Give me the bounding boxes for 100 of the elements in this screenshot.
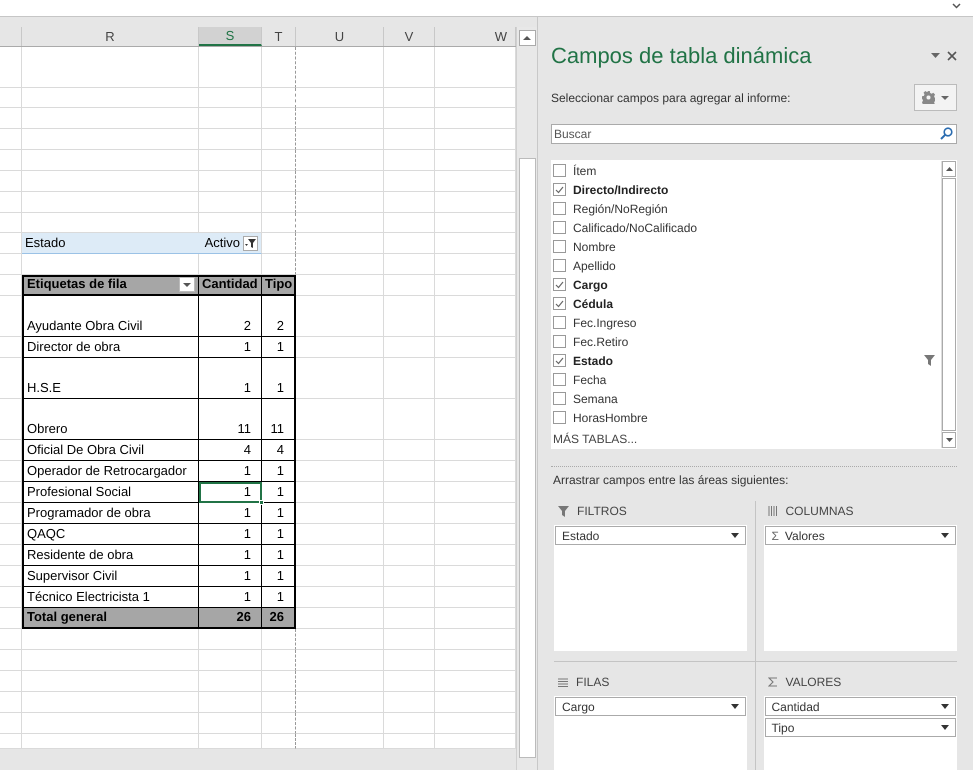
fill-handle[interactable] — [259, 500, 264, 505]
scroll-up-button[interactable] — [518, 30, 536, 46]
field-label[interactable]: Directo/Indirecto — [573, 180, 935, 198]
row-label: Programador de obra — [22, 503, 199, 524]
field-label[interactable]: Nombre — [573, 238, 935, 256]
checkbox[interactable] — [553, 221, 566, 234]
search-icon[interactable] — [940, 127, 953, 140]
caret-icon — [931, 53, 940, 58]
field-label[interactable]: Calificado/NoCalificado — [573, 218, 935, 236]
field-label[interactable]: Región/NoRegión — [573, 200, 935, 218]
close-icon — [947, 50, 957, 60]
column-heading: Etiquetas de fila — [27, 274, 127, 293]
table-cell: 2 — [262, 296, 296, 337]
checkmark-icon — [555, 356, 564, 364]
empty-cell[interactable] — [262, 629, 296, 650]
field-name: Valores — [784, 528, 825, 544]
instruction-text: Arrastrar campos entre las áreas siguientes: — [552, 472, 790, 489]
table-cell: 1 — [199, 358, 262, 399]
empty-cell[interactable] — [262, 734, 296, 749]
checkbox[interactable] — [553, 240, 566, 253]
table-cell: 1 — [262, 545, 296, 566]
empty-cell[interactable] — [262, 713, 296, 734]
settings-button[interactable] — [914, 84, 957, 111]
table-cell: 1 — [199, 482, 262, 503]
field-name: Tipo — [772, 720, 794, 736]
empty-cell[interactable] — [262, 650, 296, 671]
field-label[interactable]: Cédula — [573, 294, 935, 312]
field-label[interactable]: Fec.Ingreso — [573, 314, 935, 332]
total-value: 26 — [199, 608, 262, 629]
table-cell: 11 — [262, 399, 296, 440]
empty-cell[interactable] — [262, 213, 296, 233]
checkbox[interactable] — [553, 316, 566, 329]
area-label: FILTROS — [577, 503, 627, 520]
scroll-thumb[interactable] — [942, 178, 956, 431]
checkbox[interactable] — [553, 354, 566, 367]
field-label[interactable]: Fecha — [573, 370, 935, 388]
checkbox[interactable] — [553, 373, 566, 386]
caret-icon — [183, 282, 191, 286]
filter-button[interactable] — [243, 236, 258, 251]
table-cell: 1 — [262, 461, 296, 482]
checkbox[interactable] — [553, 392, 566, 405]
column-header[interactable]: T — [262, 27, 296, 46]
field-label[interactable]: Semana — [573, 390, 935, 408]
more-tables-link[interactable]: MÁS TABLAS... — [553, 430, 941, 448]
empty-cell[interactable] — [262, 171, 296, 192]
column-header[interactable]: U — [296, 27, 384, 46]
scroll-thumb[interactable] — [518, 158, 536, 758]
checkmark-icon — [555, 280, 564, 288]
empty-cell[interactable] — [262, 192, 296, 213]
field-label[interactable]: Fec.Retiro — [573, 332, 935, 350]
dropdown-button[interactable] — [179, 277, 195, 292]
empty-cell[interactable] — [262, 129, 296, 150]
checkbox[interactable] — [553, 202, 566, 215]
area-field[interactable]: Tipo — [764, 718, 956, 737]
table-cell: 1 — [199, 566, 262, 587]
field-label[interactable]: Cargo — [573, 276, 935, 294]
checkbox[interactable] — [553, 278, 566, 291]
field-name: Estado — [562, 528, 600, 544]
chevron-down-icon[interactable] — [952, 3, 961, 9]
scroll-down-button[interactable] — [942, 432, 956, 448]
field-label[interactable]: HorasHombre — [573, 408, 935, 426]
field-list-scrollbar[interactable] — [941, 161, 956, 448]
up-triangle-icon — [523, 36, 531, 40]
funnel-icon — [245, 239, 256, 248]
total-value: 26 — [262, 608, 296, 629]
empty-cell[interactable] — [262, 692, 296, 713]
table-cell: 1 — [262, 566, 296, 587]
empty-cell[interactable] — [262, 150, 296, 171]
pane-options-button[interactable] — [931, 53, 940, 58]
checkbox[interactable] — [553, 259, 566, 272]
scroll-up-button[interactable] — [942, 161, 956, 177]
checkbox[interactable] — [553, 411, 566, 424]
checkbox[interactable] — [553, 335, 566, 348]
vertical-scrollbar[interactable] — [516, 27, 537, 770]
table-cell: 1 — [262, 482, 296, 503]
empty-cell[interactable] — [262, 88, 296, 108]
search-field[interactable]: Buscar — [551, 124, 957, 144]
area-field[interactable]: Estado — [555, 526, 746, 545]
empty-cell[interactable] — [262, 671, 296, 692]
area-field[interactable]: Cargo — [555, 697, 746, 716]
column-header[interactable]: V — [384, 27, 435, 46]
empty-cell[interactable] — [262, 108, 296, 129]
table-cell: 1 — [262, 337, 296, 358]
table-cell: 1 — [262, 503, 296, 524]
area-field[interactable]: Cantidad — [764, 697, 956, 716]
checkbox[interactable] — [553, 183, 566, 196]
column-header[interactable]: S — [199, 27, 262, 46]
checkbox[interactable] — [553, 297, 566, 310]
checkbox[interactable] — [553, 164, 566, 177]
close-button[interactable] — [947, 50, 957, 60]
field-label[interactable]: Estado — [573, 352, 917, 370]
field-label[interactable]: Ítem — [573, 162, 935, 180]
table-cell: 4 — [262, 440, 296, 461]
table-cell: 2 — [199, 296, 262, 337]
empty-cell[interactable] — [262, 47, 296, 88]
field-label[interactable]: Apellido — [573, 256, 935, 274]
area-field[interactable]: Σ Valores — [764, 526, 956, 545]
caret-icon — [730, 533, 738, 538]
sigma-symbol: Σ — [772, 528, 779, 544]
row-label: QAQC — [22, 524, 199, 545]
